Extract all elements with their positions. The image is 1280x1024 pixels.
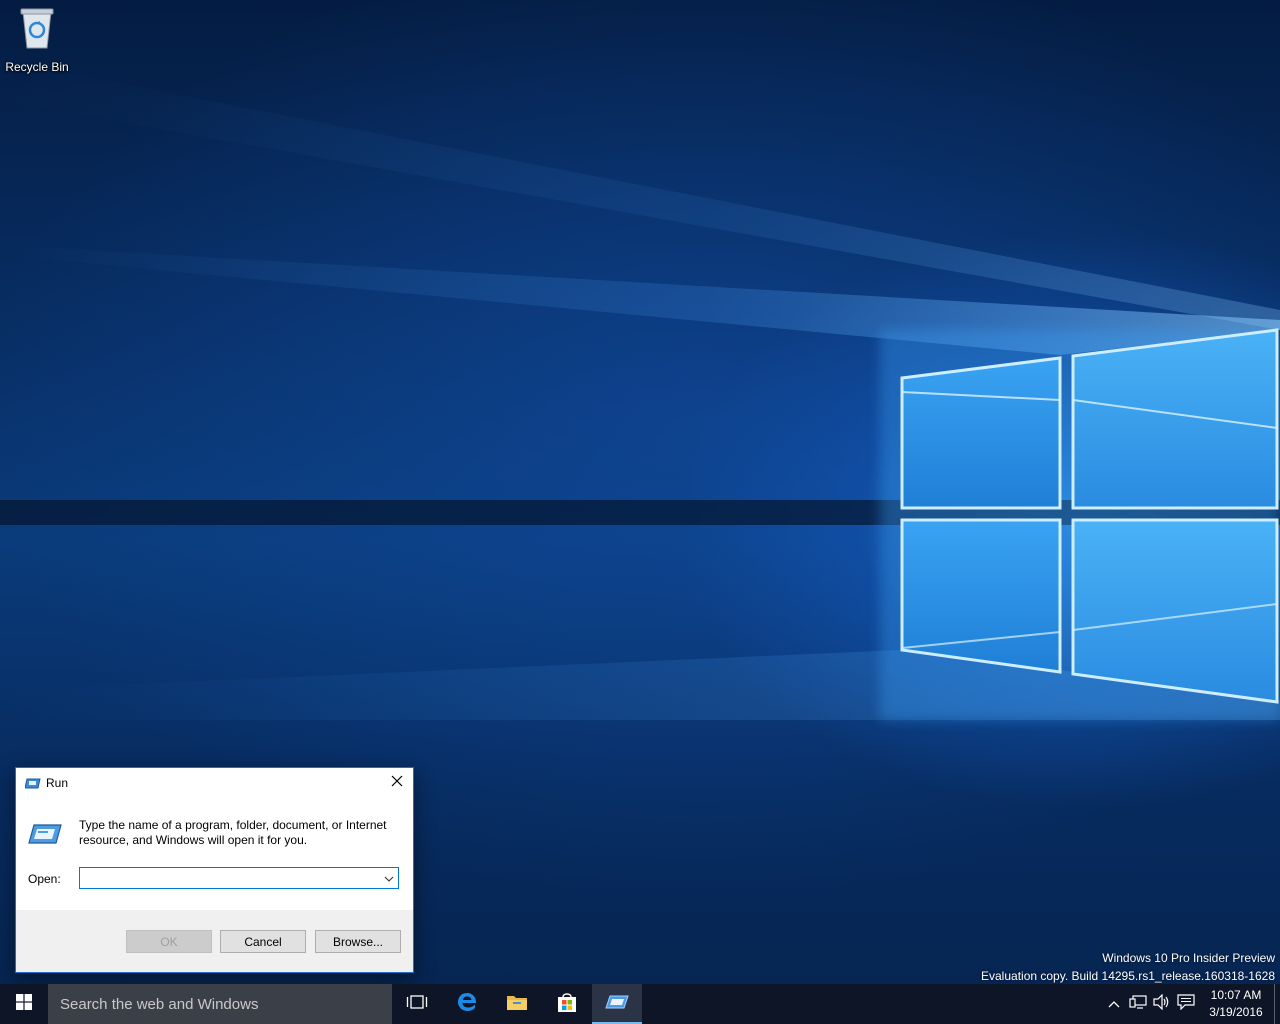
browse-button[interactable]: Browse... — [315, 930, 401, 953]
volume-button[interactable] — [1150, 984, 1174, 1024]
open-label: Open: — [28, 872, 61, 886]
task-view-button[interactable] — [392, 984, 442, 1024]
watermark-build: Evaluation copy. Build 14295.rs1_release… — [981, 969, 1275, 983]
volume-icon — [1153, 993, 1171, 1015]
dialog-button-bar: OK Cancel Browse... — [16, 910, 413, 972]
ok-button[interactable]: OK — [126, 930, 212, 953]
start-button[interactable] — [0, 984, 48, 1024]
edge-icon — [456, 991, 478, 1018]
clock-date: 3/19/2016 — [1209, 1005, 1263, 1019]
desktop-icon-label: Recycle Bin — [5, 60, 69, 74]
windows-logo-icon — [16, 993, 32, 1015]
store-icon — [557, 991, 577, 1018]
close-button[interactable] — [381, 768, 413, 797]
taskbar-clock[interactable]: 10:07 AM 3/19/2016 — [1200, 987, 1272, 1021]
run-dialog: Run Type the name of a program, folder, … — [15, 767, 414, 973]
dialog-title: Run — [46, 776, 69, 790]
taskbar-edge[interactable] — [442, 984, 492, 1024]
search-placeholder: Search the web and Windows — [60, 995, 259, 1013]
chevron-up-icon — [1108, 995, 1120, 1013]
taskbar: Search the web and Windows 10:07 AM 3/19… — [0, 984, 1280, 1024]
watermark-edition: Windows 10 Pro Insider Preview — [1102, 951, 1275, 965]
chevron-down-icon — [384, 869, 394, 887]
cancel-button[interactable]: Cancel — [220, 930, 306, 953]
show-hidden-icons-button[interactable] — [1102, 984, 1126, 1024]
dialog-body: Type the name of a program, folder, docu… — [16, 798, 413, 910]
network-button[interactable] — [1126, 984, 1150, 1024]
clock-time: 10:07 AM — [1210, 988, 1262, 1002]
taskbar-search-box[interactable]: Search the web and Windows — [48, 984, 392, 1024]
run-icon — [605, 994, 629, 1015]
show-desktop-button[interactable] — [1274, 984, 1280, 1024]
dropdown-button[interactable] — [380, 868, 398, 888]
open-input[interactable] — [80, 868, 380, 888]
task-view-icon — [406, 994, 428, 1015]
network-icon — [1129, 994, 1147, 1015]
action-center-icon — [1177, 993, 1195, 1015]
taskbar-run[interactable] — [592, 984, 642, 1024]
dialog-description: Type the name of a program, folder, docu… — [79, 818, 387, 847]
run-program-icon — [28, 822, 62, 851]
dialog-titlebar[interactable]: Run — [16, 768, 413, 798]
file-explorer-icon — [506, 993, 528, 1016]
system-tray: 10:07 AM 3/19/2016 — [1102, 984, 1280, 1024]
run-icon — [24, 775, 41, 791]
action-center-button[interactable] — [1174, 984, 1198, 1024]
recycle-bin-icon — [17, 6, 57, 57]
desktop-icon-recycle-bin[interactable]: Recycle Bin — [4, 6, 70, 74]
taskbar-file-explorer[interactable] — [492, 984, 542, 1024]
close-icon — [391, 774, 403, 792]
taskbar-store[interactable] — [542, 984, 592, 1024]
open-combobox[interactable] — [79, 867, 399, 889]
windows-watermark: Windows 10 Pro Insider Preview Evaluatio… — [981, 949, 1275, 984]
